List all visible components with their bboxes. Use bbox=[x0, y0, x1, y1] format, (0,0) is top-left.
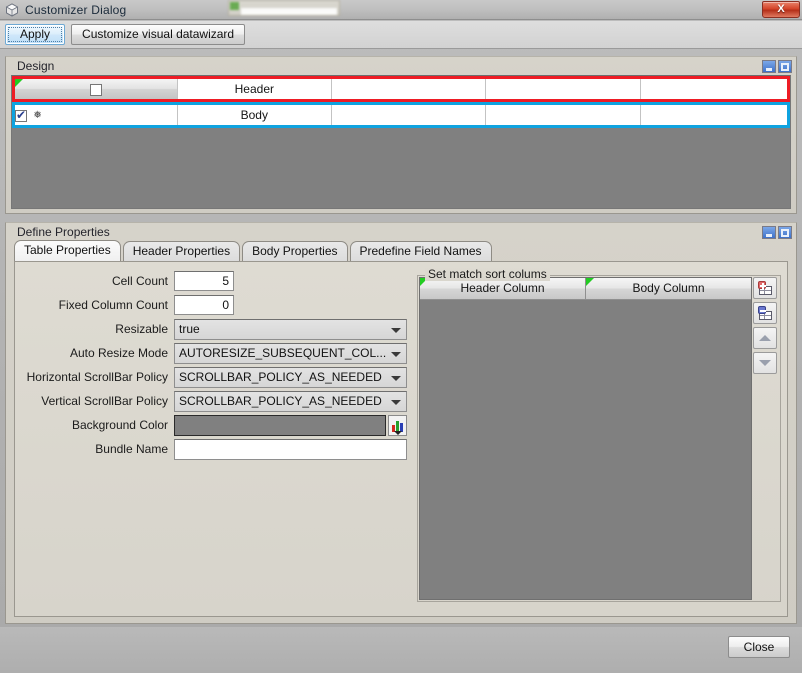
body-row-cell-3[interactable] bbox=[331, 105, 487, 125]
header-column-label: Header Column bbox=[460, 281, 545, 295]
fixed-column-count-input[interactable]: 0 bbox=[174, 295, 234, 315]
close-icon: X bbox=[777, 3, 785, 15]
body-row-glyph: ❅ bbox=[33, 110, 42, 122]
horizontal-scrollbar-policy-value: SCROLLBAR_POLICY_AS_NEEDED bbox=[179, 369, 382, 384]
header-row-checkbox[interactable] bbox=[89, 83, 102, 96]
properties-tabs: Table Properties Header Properties Body … bbox=[14, 239, 494, 261]
cell-count-label: Cell Count bbox=[111, 274, 168, 288]
chevron-down-icon bbox=[391, 399, 401, 405]
header-row-label: Header bbox=[177, 79, 333, 99]
bundle-name-input[interactable] bbox=[174, 438, 407, 460]
title-bar: Customizer Dialog X bbox=[0, 0, 802, 20]
tab-table-properties[interactable]: Table Properties bbox=[14, 239, 121, 261]
bundle-name-label: Bundle Name bbox=[95, 442, 168, 456]
fixed-column-count-label: Fixed Column Count bbox=[58, 298, 168, 312]
minimize-icon[interactable] bbox=[762, 60, 776, 73]
auto-resize-mode-row: Auto Resize Mode AUTORESIZE_SUBSEQUENT_C… bbox=[19, 342, 411, 364]
chevron-down-icon bbox=[759, 360, 771, 366]
sort-columns-header-row: Header Column Body Column bbox=[420, 278, 751, 300]
window-close-button[interactable]: X bbox=[762, 1, 800, 18]
table-properties-tab-content: Cell Count 5 Fixed Column Count 0 Resiza… bbox=[14, 261, 788, 617]
background-window-artifact bbox=[228, 0, 340, 16]
header-row-cell-3[interactable] bbox=[331, 79, 487, 99]
move-down-button[interactable] bbox=[753, 352, 777, 374]
cell-count-input[interactable]: 5 bbox=[174, 271, 234, 291]
design-panel-title: Design bbox=[17, 59, 55, 73]
auto-resize-mode-value: AUTORESIZE_SUBSEQUENT_COL... bbox=[179, 345, 387, 360]
chevron-up-icon bbox=[759, 335, 771, 341]
set-match-sort-columns-panel: Set match sort colums Header Column Body… bbox=[415, 267, 783, 610]
sort-columns-header-header-column[interactable]: Header Column bbox=[420, 278, 586, 300]
define-panel-window-buttons bbox=[762, 226, 792, 239]
tab-predefine-field-names[interactable]: Predefine Field Names bbox=[349, 240, 492, 261]
design-table-area: Header ❅ Body bbox=[11, 75, 791, 209]
sort-columns-frame: Header Column Body Column bbox=[417, 275, 781, 602]
design-panel-window-buttons bbox=[762, 60, 792, 73]
define-properties-panel: Define Properties Table Properties Heade… bbox=[5, 222, 797, 624]
vertical-scrollbar-policy-label: Vertical ScrollBar Policy bbox=[41, 394, 168, 408]
sort-columns-title: Set match sort colums bbox=[425, 267, 550, 281]
background-color-label: Background Color bbox=[71, 418, 168, 432]
sort-marker-icon bbox=[586, 278, 594, 286]
sort-columns-side-buttons bbox=[753, 277, 779, 374]
vertical-scrollbar-policy-value: SCROLLBAR_POLICY_AS_NEEDED bbox=[179, 393, 382, 408]
chevron-down-icon bbox=[391, 375, 401, 381]
auto-resize-mode-select[interactable]: AUTORESIZE_SUBSEQUENT_COL... bbox=[174, 342, 407, 364]
auto-resize-mode-label: Auto Resize Mode bbox=[69, 346, 168, 360]
vertical-scrollbar-policy-row: Vertical ScrollBar Policy SCROLLBAR_POLI… bbox=[19, 390, 411, 412]
maximize-icon[interactable] bbox=[778, 60, 792, 73]
chevron-down-icon bbox=[391, 327, 401, 333]
define-properties-panel-title: Define Properties bbox=[17, 225, 110, 239]
sort-marker-icon bbox=[15, 79, 23, 87]
sort-columns-table[interactable]: Header Column Body Column bbox=[419, 277, 752, 600]
add-row-button[interactable] bbox=[753, 277, 777, 299]
minimize-icon[interactable] bbox=[762, 226, 776, 239]
body-row-checkbox[interactable] bbox=[15, 108, 27, 122]
horizontal-scrollbar-policy-select[interactable]: SCROLLBAR_POLICY_AS_NEEDED bbox=[174, 366, 407, 388]
customize-visual-datawizard-button[interactable]: Customize visual datawizard bbox=[71, 23, 246, 46]
resizable-value: true bbox=[179, 321, 200, 336]
body-column-label-text: Body Column bbox=[632, 281, 705, 295]
body-row-cell-4[interactable] bbox=[485, 105, 641, 125]
remove-row-button[interactable] bbox=[753, 302, 777, 324]
fixed-column-count-row: Fixed Column Count 0 bbox=[19, 294, 411, 316]
customizer-dialog-window: Customizer Dialog X Apply Customize visu… bbox=[0, 0, 802, 673]
table-add-icon bbox=[757, 281, 773, 295]
background-color-row: Background Color bbox=[19, 414, 411, 436]
tab-header-properties[interactable]: Header Properties bbox=[122, 240, 241, 261]
header-row-cell-5[interactable] bbox=[640, 79, 787, 99]
table-row[interactable]: ❅ Body bbox=[12, 102, 790, 128]
move-up-button[interactable] bbox=[753, 327, 777, 349]
toolbar: Apply Customize visual datawizard bbox=[0, 21, 802, 49]
resizable-select[interactable]: true bbox=[174, 318, 407, 340]
cell-count-row: Cell Count 5 bbox=[19, 270, 411, 292]
body-row-cell-5[interactable] bbox=[640, 105, 787, 125]
apply-button[interactable]: Apply bbox=[5, 23, 66, 46]
background-color-swatch[interactable] bbox=[174, 414, 386, 436]
sort-columns-header-body-column[interactable]: Body Column bbox=[586, 278, 751, 300]
cube-icon bbox=[5, 2, 19, 17]
horizontal-scrollbar-policy-row: Horizontal ScrollBar Policy SCROLLBAR_PO… bbox=[19, 366, 411, 388]
color-picker-icon[interactable] bbox=[388, 414, 407, 436]
close-button[interactable]: Close bbox=[728, 636, 790, 658]
table-row[interactable]: Header bbox=[12, 76, 790, 102]
maximize-icon[interactable] bbox=[778, 226, 792, 239]
chevron-down-icon bbox=[391, 351, 401, 357]
bundle-name-row: Bundle Name bbox=[19, 438, 411, 460]
design-panel: Design Header ✔ ❅ Body bbox=[5, 56, 797, 214]
horizontal-scrollbar-policy-label: Horizontal ScrollBar Policy bbox=[26, 370, 168, 384]
table-remove-icon bbox=[757, 306, 773, 320]
header-row-cell-4[interactable] bbox=[485, 79, 641, 99]
window-title: Customizer Dialog bbox=[25, 2, 127, 17]
footer-bar: Close bbox=[0, 627, 802, 673]
tab-body-properties[interactable]: Body Properties bbox=[242, 240, 348, 261]
table-properties-form: Cell Count 5 Fixed Column Count 0 Resiza… bbox=[19, 270, 411, 462]
vertical-scrollbar-policy-select[interactable]: SCROLLBAR_POLICY_AS_NEEDED bbox=[174, 390, 407, 412]
resizable-label: Resizable bbox=[115, 322, 168, 336]
resizable-row: Resizable true bbox=[19, 318, 411, 340]
body-row-label: Body bbox=[177, 105, 333, 125]
